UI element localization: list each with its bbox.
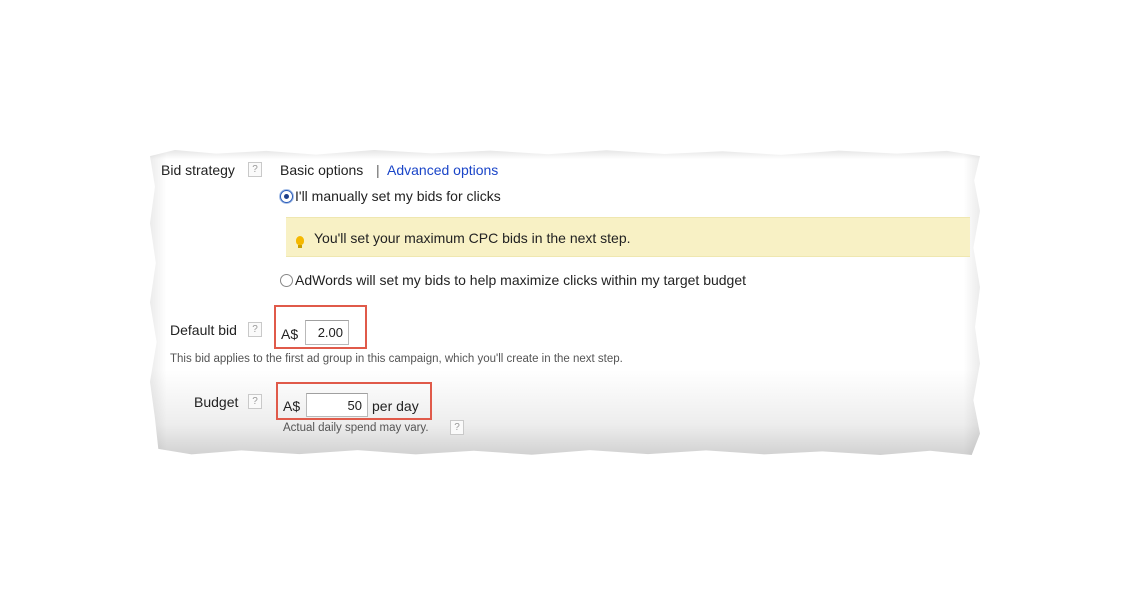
bid-strategy-label: Bid strategy — [161, 162, 235, 178]
settings-panel: Bid strategy ? Basic options | Advanced … — [150, 150, 980, 455]
bid-strategy-help-icon[interactable]: ? — [248, 162, 262, 177]
budget-note: Actual daily spend may vary. — [283, 422, 429, 434]
radio-auto-label: AdWords will set my bids to help maximiz… — [295, 272, 747, 288]
default-bid-input[interactable] — [305, 320, 349, 345]
cpc-notice: You'll set your maximum CPC bids in the … — [286, 217, 970, 257]
default-bid-note: This bid applies to the first ad group i… — [170, 353, 623, 365]
radio-manual-bids[interactable]: I'll manually set my bids for clicks — [280, 188, 501, 206]
radio-auto-bids[interactable]: AdWords will set my bids to help maximiz… — [280, 272, 746, 290]
radio-auto-unselected-icon[interactable] — [280, 274, 293, 287]
tab-basic-options[interactable]: Basic options — [280, 162, 363, 178]
lightbulb-icon — [296, 236, 304, 248]
radio-manual-label: I'll manually set my bids for clicks — [295, 188, 501, 204]
budget-unit: per day — [372, 398, 419, 414]
default-bid-label: Default bid — [170, 322, 237, 338]
default-bid-currency: A$ — [281, 326, 299, 342]
radio-manual-selected-icon[interactable] — [280, 190, 293, 203]
budget-note-help-icon[interactable]: ? — [450, 420, 464, 435]
budget-label: Budget — [194, 394, 239, 410]
tab-advanced-options[interactable]: Advanced options — [387, 162, 498, 178]
budget-input[interactable] — [306, 393, 368, 417]
budget-help-icon[interactable]: ? — [248, 394, 262, 409]
cpc-notice-text: You'll set your maximum CPC bids in the … — [314, 230, 631, 246]
tab-separator: | — [376, 162, 380, 178]
default-bid-help-icon[interactable]: ? — [248, 322, 262, 337]
budget-currency: A$ — [283, 398, 301, 414]
